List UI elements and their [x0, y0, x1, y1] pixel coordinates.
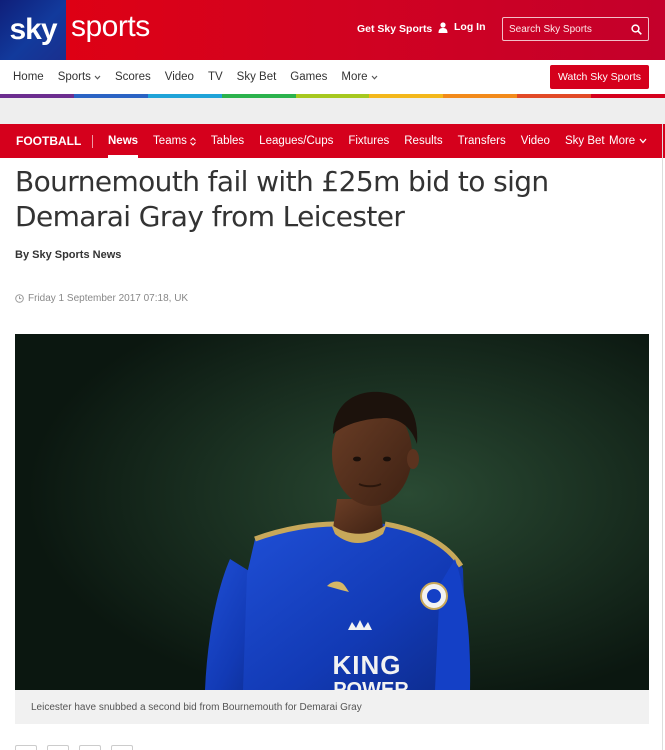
subnav-divider [92, 135, 93, 148]
main-nav-item[interactable]: Sports [58, 71, 101, 83]
subnav-link-label: Transfers [457, 135, 506, 147]
subnav-link-label: Fixtures [348, 135, 390, 147]
share-button-twitter[interactable] [47, 745, 69, 750]
subnav-link[interactable]: Transfers [458, 135, 506, 147]
date-text: Friday 1 September 2017 07:18, UK [28, 293, 189, 304]
section-title[interactable]: FOOTBALL [16, 134, 81, 148]
search-box[interactable] [502, 17, 649, 41]
main-nav-item[interactable]: More [341, 71, 377, 83]
player-photo-illustration: KING POWER [15, 334, 649, 690]
shirt-sponsor-text: KING [333, 650, 402, 680]
subnav-link-label: Video [520, 135, 550, 147]
main-nav-item[interactable]: Scores [115, 71, 151, 83]
subnav-link[interactable]: Leagues/Cups [259, 135, 333, 147]
search-input[interactable] [509, 23, 621, 35]
subnav-more-label: More [609, 135, 636, 147]
subnav-link[interactable]: Video [521, 135, 550, 147]
subnav-link[interactable]: Sky Bet [565, 135, 605, 147]
login-link[interactable]: Log In [438, 21, 486, 33]
main-nav-item-label: Games [290, 71, 328, 83]
sky-logo[interactable]: sky [0, 0, 66, 60]
article-photo[interactable]: KING POWER [15, 334, 649, 690]
clock-icon [15, 294, 24, 303]
main-nav-item-label: Scores [114, 71, 151, 83]
nav-spacer [0, 98, 665, 124]
shirt-sponsor-text-2: POWER [333, 679, 409, 690]
main-nav: Home Sports Scores Video TV Sky Bet Games More … [0, 60, 665, 94]
photo-caption: Leicester have snubbed a second bid from… [15, 690, 649, 724]
content-border [662, 124, 663, 750]
article-date: Friday 1 September 2017 07:18, UK [15, 293, 188, 304]
search-icon[interactable] [631, 23, 642, 35]
subnav-link-label: Teams [153, 135, 187, 147]
subnav-link-label: Leagues/Cups [259, 135, 334, 147]
chevron-down-icon [639, 138, 647, 144]
main-nav-item[interactable]: Games [290, 71, 327, 83]
share-button-email[interactable] [79, 745, 101, 750]
main-nav-item[interactable]: TV [208, 71, 223, 83]
site-header: sky sports Get Sky Sports Log In [0, 0, 665, 60]
chevron-down-icon [94, 75, 101, 80]
main-nav-item-label: Sports [57, 71, 91, 83]
share-button-facebook[interactable] [15, 745, 37, 750]
main-nav-item-label: TV [207, 71, 223, 83]
subnav-link-label: Results [404, 135, 443, 147]
login-label: Log In [454, 21, 486, 33]
subnav-link[interactable]: News [108, 135, 139, 158]
article-headline: Bournemouth fail with £25m bid to sign D… [15, 164, 615, 234]
main-nav-item[interactable]: Home [13, 71, 44, 83]
sort-arrows-icon [190, 136, 196, 146]
main-nav-items: Home Sports Scores Video TV Sky Bet Games More [13, 71, 392, 83]
football-subnav: FOOTBALL News Teams Tables Leagues/Cups Fixt… [0, 124, 665, 158]
subnav-link-label: Sky Bet [564, 135, 605, 147]
headline-line-1: Bournemouth fail with £25m bid to sign [15, 165, 549, 198]
subnav-link[interactable]: Teams [153, 135, 196, 147]
chevron-down-icon [371, 75, 377, 80]
headline-line-2: Demarai Gray from Leicester [15, 200, 405, 233]
subnav-link-label: News [108, 135, 139, 147]
watch-sky-sports-button[interactable]: Watch Sky Sports [550, 65, 649, 89]
main-nav-item[interactable]: Video [165, 71, 194, 83]
subnav-link[interactable]: Tables [211, 135, 244, 147]
main-nav-item-label: Video [164, 71, 194, 83]
main-nav-item-label: More [341, 71, 368, 83]
subnav-link[interactable]: Results [404, 135, 442, 147]
main-nav-item[interactable]: Sky Bet [237, 71, 277, 83]
subnav-link[interactable]: Fixtures [348, 135, 389, 147]
main-nav-item-label: Sky Bet [236, 71, 277, 83]
sky-logo-text: sky [9, 13, 57, 46]
subnav-more-button[interactable]: More [609, 135, 647, 147]
sports-logo-text[interactable]: sports [71, 10, 150, 44]
user-icon [438, 21, 448, 33]
main-nav-item-label: Home [13, 71, 44, 83]
article-byline: By Sky Sports News [15, 249, 122, 261]
get-sky-sports-link[interactable]: Get Sky Sports [357, 23, 432, 35]
share-button-more[interactable] [111, 745, 133, 750]
subnav-links: News Teams Tables Leagues/Cups Fixtures Resul… [108, 135, 620, 158]
subnav-link-label: Tables [210, 135, 245, 147]
